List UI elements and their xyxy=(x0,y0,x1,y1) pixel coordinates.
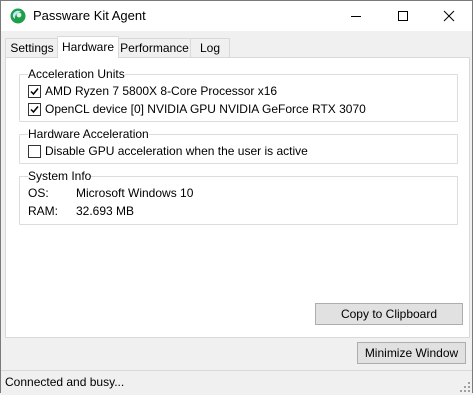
passware-app-icon xyxy=(10,8,26,24)
window-title: Passware Kit Agent xyxy=(33,8,146,23)
os-row: OS: Microsoft Windows 10 xyxy=(28,185,448,201)
checkbox-label: Disable GPU acceleration when the user i… xyxy=(45,144,308,158)
ram-row: RAM: 32.693 MB xyxy=(28,203,448,219)
checkbox-checked-icon[interactable] xyxy=(28,84,41,98)
os-value: Microsoft Windows 10 xyxy=(76,186,194,200)
group-title: Hardware Acceleration xyxy=(28,127,149,141)
tab-performance[interactable]: Performance xyxy=(117,38,192,58)
system-info-group: System Info OS: Microsoft Windows 10 RAM… xyxy=(19,169,458,225)
checkbox-label: OpenCL device [0] NVIDIA GPU NVIDIA GeFo… xyxy=(45,102,366,116)
ram-label: RAM: xyxy=(28,204,58,218)
status-bar: Connected and busy... xyxy=(1,370,472,393)
copy-to-clipboard-button[interactable]: Copy to Clipboard xyxy=(315,303,463,325)
hardware-acceleration-group: Hardware Acceleration Disable GPU accele… xyxy=(19,127,458,164)
os-label: OS: xyxy=(28,186,49,200)
minimize-window-button[interactable]: Minimize Window xyxy=(357,342,466,364)
tab-log[interactable]: Log xyxy=(190,38,230,58)
group-title: Acceleration Units xyxy=(28,67,125,81)
tab-hardware[interactable]: Hardware xyxy=(57,36,119,58)
close-window-icon[interactable] xyxy=(426,1,472,31)
checkbox-opencl-nvidia[interactable]: OpenCL device [0] NVIDIA GPU NVIDIA GeFo… xyxy=(28,101,366,117)
resize-grip-icon[interactable] xyxy=(460,381,470,392)
group-title: System Info xyxy=(28,169,92,183)
checkbox-unchecked-icon[interactable] xyxy=(28,144,41,158)
checkbox-label: AMD Ryzen 7 5800X 8-Core Processor x16 xyxy=(45,84,278,98)
minimize-window-icon[interactable] xyxy=(333,1,379,31)
checkbox-amd-ryzen[interactable]: AMD Ryzen 7 5800X 8-Core Processor x16 xyxy=(28,83,277,99)
checkbox-checked-icon[interactable] xyxy=(28,102,41,116)
acceleration-units-group: Acceleration Units AMD Ryzen 7 5800X 8-C… xyxy=(19,67,458,122)
hardware-tab-panel: Acceleration Units AMD Ryzen 7 5800X 8-C… xyxy=(5,57,470,338)
ram-value: 32.693 MB xyxy=(76,204,135,218)
maximize-window-icon[interactable] xyxy=(380,1,426,31)
status-text: Connected and busy... xyxy=(5,375,125,389)
title-bar[interactable]: Passware Kit Agent xyxy=(1,1,472,31)
app-window: Passware Kit Agent Settings Hardware Per… xyxy=(0,0,473,393)
tab-settings[interactable]: Settings xyxy=(5,38,59,58)
checkbox-disable-gpu-acceleration[interactable]: Disable GPU acceleration when the user i… xyxy=(28,143,308,159)
